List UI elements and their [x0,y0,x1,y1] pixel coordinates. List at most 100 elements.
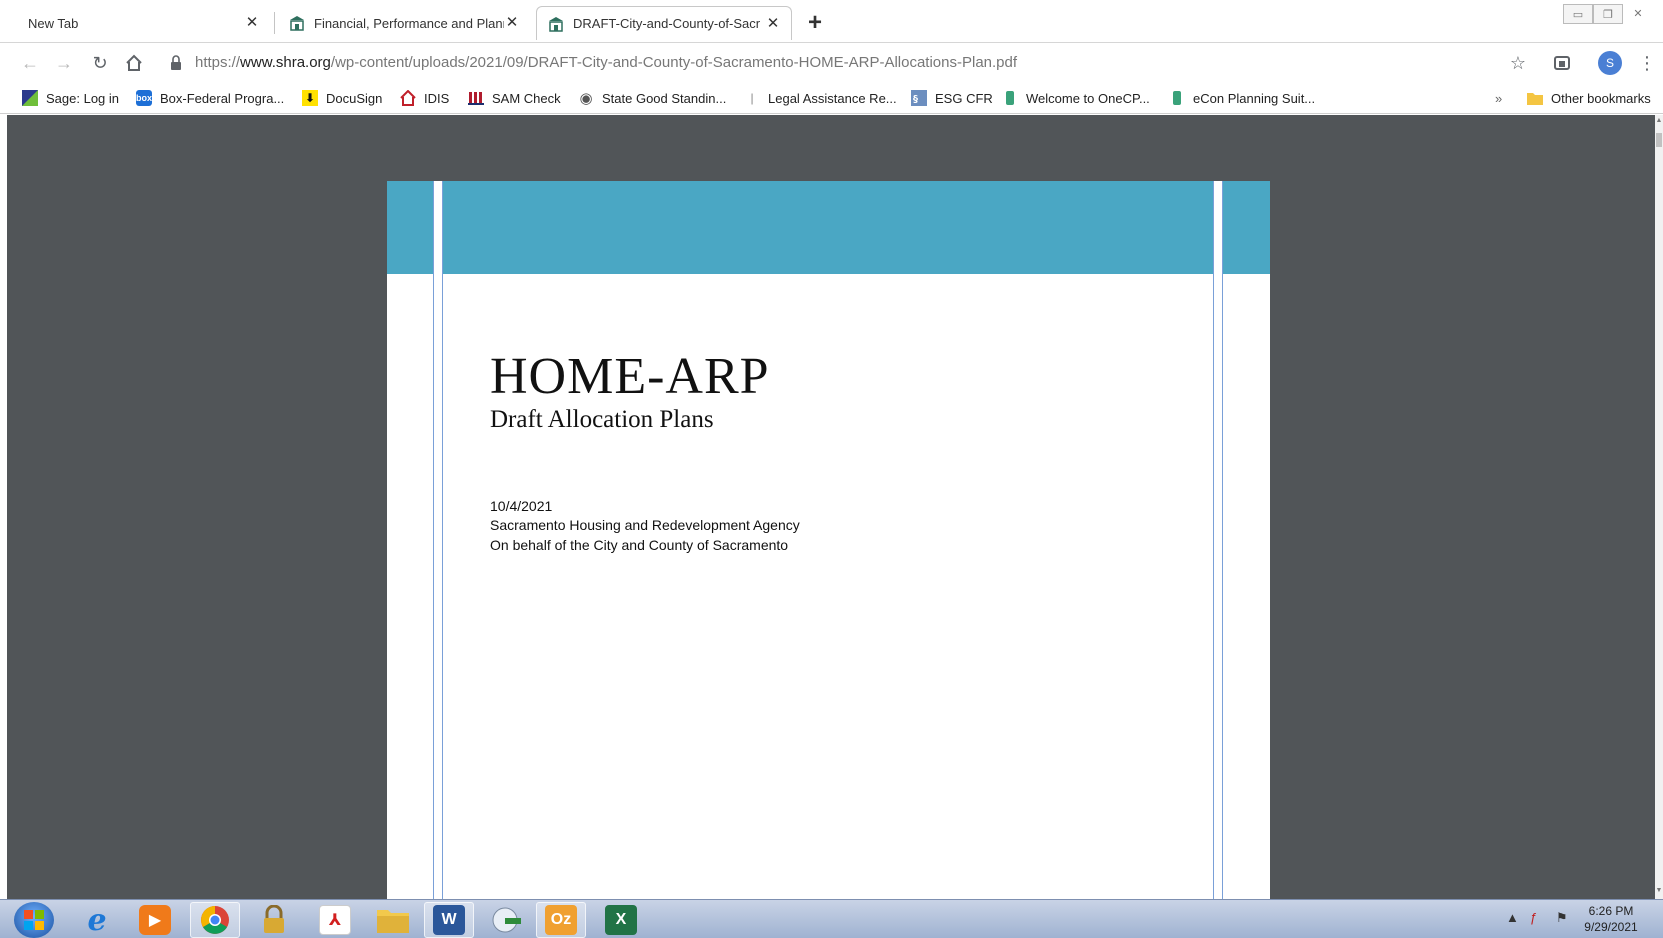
bookmarks-overflow-button[interactable]: » [1495,88,1502,108]
back-icon[interactable]: ← [18,51,42,75]
building-icon [288,14,306,32]
box-icon: box [136,90,152,106]
folder-icon [1527,90,1543,106]
docusign-icon: ⬇ [302,90,318,106]
url-path: /wp-content/uploads/2021/09/DRAFT-City-a… [330,54,1018,71]
tab-title: New Tab [28,15,79,31]
new-tab-button[interactable]: + [800,9,830,37]
document-agency: Sacramento Housing and Redevelopment Age… [490,517,800,533]
bookmark-label: eCon Planning Suit... [1193,90,1316,106]
close-icon[interactable]: ✕ [244,15,260,31]
bookmarks-bar: Sage: Log in box Box-Federal Progra... ⬇… [0,82,1663,114]
bookmark-label: SAM Check [492,90,561,106]
menu-icon[interactable]: ⋮ [1635,51,1659,75]
internet-explorer-icon[interactable]: e [72,902,122,938]
scroll-down-icon[interactable]: ▼ [1655,887,1663,897]
flash-player-icon[interactable]: ƒ [1530,910,1537,925]
scroll-up-icon[interactable]: ▲ [1655,117,1663,127]
building-icon [547,15,565,33]
url-domain: www.shra.org [240,54,331,71]
tab-strip: New Tab ✕ Financial, Performance and Pla… [0,0,1663,42]
profile-avatar[interactable]: S [1598,51,1622,75]
acrobat-icon[interactable]: ⅄ [310,902,360,938]
close-icon[interactable]: ✕ [765,15,781,32]
bookmark-label: State Good Standin... [602,90,727,106]
esg-icon: § [911,90,927,106]
star-icon[interactable]: ☆ [1506,51,1530,75]
document-date: 10/4/2021 [490,498,553,514]
sam-icon [468,90,484,106]
minimize-icon[interactable]: ▭ [1563,4,1593,24]
bookmark-onecpd[interactable]: Welcome to OneCP... [1002,88,1150,108]
media-player-icon[interactable]: ▶ [130,902,180,938]
bookmark-label: Legal Assistance Re... [768,90,897,106]
tab-new-tab[interactable]: New Tab ✕ [18,6,270,40]
url-field[interactable]: https://www.shra.org/wp-content/uploads/… [195,54,1017,71]
bookmark-label: Box-Federal Progra... [160,90,285,106]
file-explorer-icon[interactable] [368,902,418,938]
system-clock[interactable]: 6:26 PM 9/29/2021 [1568,903,1654,935]
close-window-icon[interactable]: ✕ [1623,4,1653,24]
document-title: HOME-ARP [490,348,770,405]
start-button[interactable] [14,902,54,938]
address-toolbar: ← → ↻ https://www.shra.org/wp-content/up… [0,42,1663,82]
bookmark-sam[interactable]: SAM Check [468,88,561,108]
page-border-line [433,181,434,899]
close-icon[interactable]: ✕ [504,15,520,31]
bookmark-econ-planning[interactable]: eCon Planning Suit... [1169,88,1315,108]
document-behalf: On behalf of the City and County of Sacr… [490,537,789,553]
bookmark-box[interactable]: box Box-Federal Progra... [136,88,284,108]
forward-icon[interactable]: → [52,51,76,75]
windows-taskbar: e ▶ ⅄ W Oz X ▲ ƒ ⚑ 6:26 PM 9/29/2021 [0,899,1663,938]
other-bookmarks-label: Other bookmarks [1551,90,1651,106]
chrome-icon[interactable] [190,902,240,938]
bookmark-idis[interactable]: IDIS [400,88,449,108]
word-icon[interactable]: W [424,902,474,938]
bookmark-label: Welcome to OneCP... [1026,90,1150,106]
excel-icon[interactable]: X [596,902,646,938]
document-subtitle: Draft Allocation Plans [490,406,714,433]
url-scheme: https:// [195,54,241,71]
reload-icon[interactable]: ↻ [88,51,112,75]
bookmark-label: DocuSign [326,90,383,106]
econ-icon [1169,90,1185,106]
tab-draft-pdf[interactable]: DRAFT-City-and-County-of-Sacr ✕ [536,6,792,40]
home-icon[interactable] [122,51,146,75]
lock-app-icon[interactable] [249,902,299,938]
restore-icon[interactable]: ❐ [1593,4,1623,24]
window-controls: ▭ ❐ ✕ [1563,4,1653,24]
scrollbar-thumb[interactable] [1656,133,1662,147]
lock-icon[interactable] [170,55,182,71]
other-bookmarks[interactable]: Other bookmarks [1527,88,1651,108]
tray-expand-icon[interactable]: ▲ [1506,910,1519,925]
tab-separator [274,12,275,34]
network-icon[interactable] [482,902,532,938]
globe-icon: ◉ [579,90,593,107]
page-icon: | [750,91,754,105]
bookmark-legal-assistance[interactable]: | Legal Assistance Re... [744,88,897,108]
pdf-page: HOME-ARP Draft Allocation Plans 10/4/202… [387,181,1270,899]
bookmark-state-good-standing[interactable]: ◉ State Good Standin... [578,88,726,108]
header-banner [387,181,1270,274]
page-border-line [1222,181,1223,899]
page-border-line [442,181,443,899]
sage-icon [22,90,38,106]
tab-financial-performance[interactable]: Financial, Performance and Planni ✕ [278,6,530,40]
scrollbar[interactable]: ▲ ▼ [1655,115,1663,899]
bookmark-label: Sage: Log in [46,90,120,106]
banner-gap-right [1213,181,1222,274]
bookmark-esg-cfr[interactable]: § ESG CFR [911,88,993,108]
action-center-icon[interactable]: ⚑ [1556,910,1568,926]
clock-date: 9/29/2021 [1584,920,1638,934]
page-border-line [1213,181,1214,899]
onecpd-icon [1002,90,1018,106]
bookmark-sage[interactable]: Sage: Log in [22,88,119,108]
svg-text:§: § [913,94,918,105]
outlook-icon[interactable]: Oz [536,902,586,938]
bookmark-docusign[interactable]: ⬇ DocuSign [302,88,382,108]
idis-house-icon [400,90,416,106]
extension-icon[interactable] [1550,51,1574,75]
clock-time: 6:26 PM [1588,904,1634,918]
bookmark-label: ESG CFR [935,90,993,106]
tab-title: Financial, Performance and Planni [314,15,504,31]
